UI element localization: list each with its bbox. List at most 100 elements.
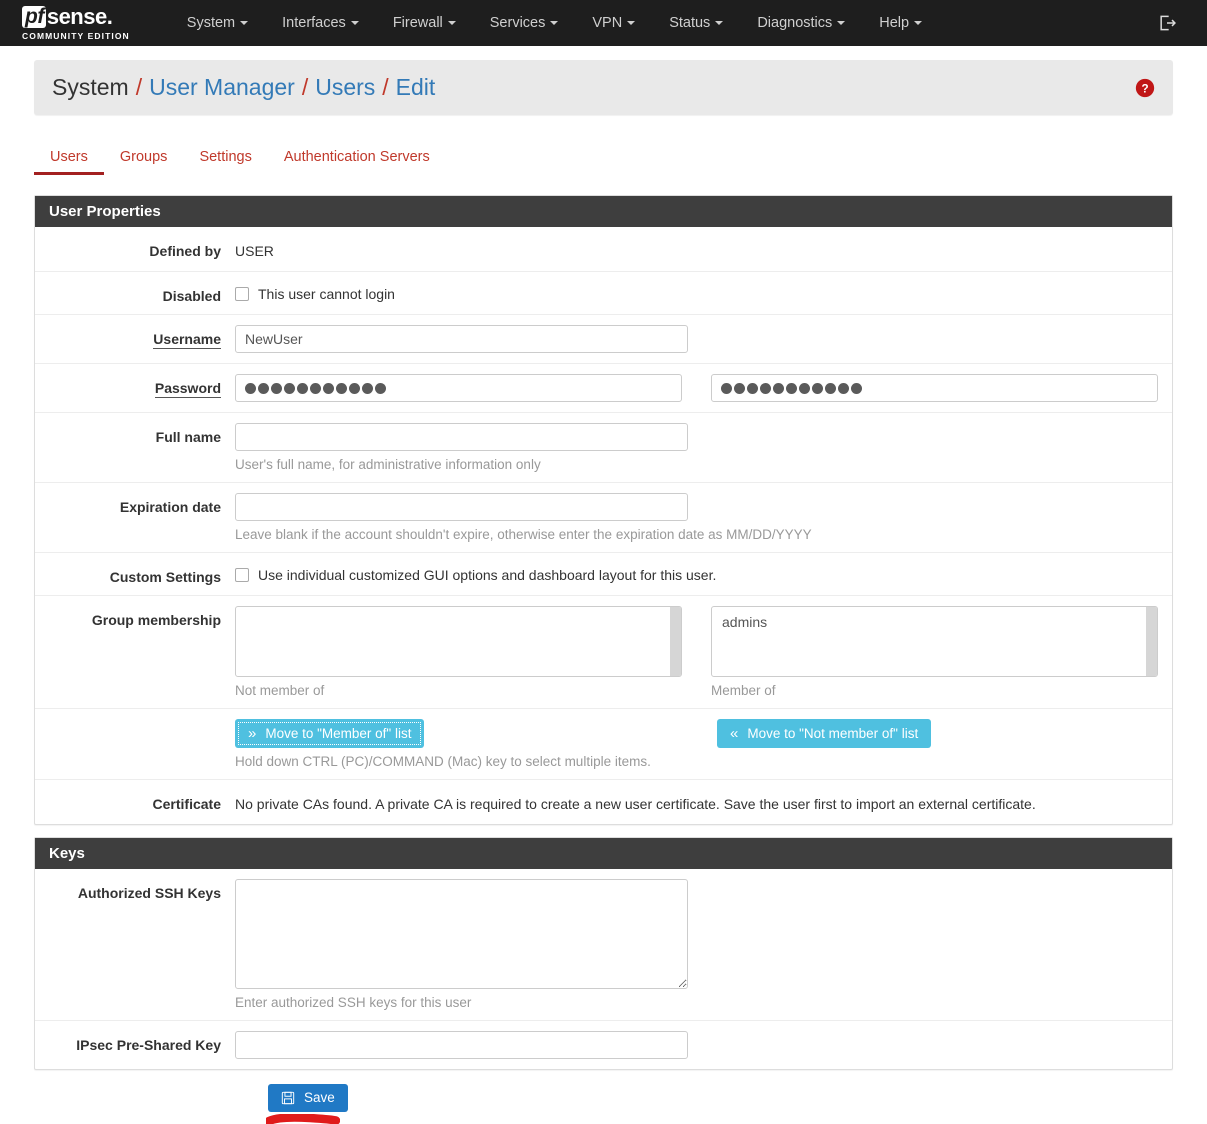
- help-circle-icon[interactable]: ?: [1135, 78, 1155, 98]
- group-membership-help: Hold down CTRL (PC)/COMMAND (Mac) key to…: [235, 754, 651, 769]
- save-bar: Save: [0, 1070, 1207, 1124]
- field-password: [235, 374, 1172, 402]
- tab-settings[interactable]: Settings: [183, 141, 267, 175]
- keys-heading: Keys: [35, 838, 1172, 869]
- expiration-date-input[interactable]: [235, 493, 688, 521]
- label-username-text: Username: [153, 331, 221, 349]
- keys-panel: Keys Authorized SSH Keys Enter authorize…: [34, 837, 1173, 1070]
- nav-item-system[interactable]: System: [170, 15, 265, 31]
- label-group-move-spacer: [35, 719, 235, 725]
- form-row-defined-by: Defined by USER: [35, 227, 1172, 272]
- move-to-not-member-of-button[interactable]: « Move to "Not member of" list: [717, 719, 932, 748]
- nav-item-diagnostics[interactable]: Diagnostics: [740, 15, 862, 31]
- nav-item-system-label: System: [186, 15, 236, 31]
- breadcrumb-separator: /: [301, 74, 309, 100]
- label-defined-by: Defined by: [149, 243, 221, 259]
- navbar-right: [1157, 0, 1177, 46]
- full-name-help: User's full name, for administrative inf…: [235, 457, 541, 472]
- not-member-of-caption: Not member of: [235, 683, 325, 698]
- chevron-down-icon: [447, 21, 456, 26]
- ipsec-psk-input[interactable]: [235, 1031, 688, 1059]
- breadcrumb-item-user-manager[interactable]: User Manager: [149, 74, 295, 101]
- disabled-checkbox[interactable]: [235, 287, 249, 301]
- certificate-message: No private CAs found. A private CA is re…: [235, 796, 1036, 812]
- chevron-double-left-icon: «: [730, 725, 739, 742]
- authorized-ssh-keys-help: Enter authorized SSH keys for this user: [235, 995, 472, 1010]
- move-to-not-member-wrap: « Move to "Not member of" list: [717, 719, 932, 748]
- save-button-label: Save: [304, 1090, 335, 1106]
- nav-item-services[interactable]: Services: [473, 15, 576, 31]
- member-of-option-admins[interactable]: admins: [712, 612, 1157, 632]
- brand-pf-text: pf: [22, 5, 46, 28]
- move-to-not-member-of-label: Move to "Not member of" list: [747, 725, 919, 741]
- username-input[interactable]: [235, 325, 688, 353]
- member-of-scrollbar[interactable]: [1146, 607, 1157, 676]
- nav-item-status[interactable]: Status: [652, 15, 740, 31]
- not-member-of-column: Not member of: [235, 606, 682, 698]
- tab-groups-label: Groups: [119, 149, 168, 165]
- custom-settings-checkbox-label[interactable]: Use individual customized GUI options an…: [258, 567, 716, 583]
- tab-authentication-servers[interactable]: Authentication Servers: [268, 141, 446, 175]
- field-ipsec-psk: [235, 1031, 1172, 1059]
- pfsense-logo[interactable]: pf sense. COMMUNITY EDITION: [22, 3, 130, 41]
- breadcrumb-item-users[interactable]: Users: [315, 74, 375, 101]
- brand-dot: .: [106, 3, 113, 29]
- custom-settings-checkbox-line: Use individual customized GUI options an…: [235, 563, 1158, 583]
- save-button[interactable]: Save: [268, 1084, 348, 1112]
- breadcrumb-item-edit[interactable]: Edit: [396, 74, 436, 101]
- password-input[interactable]: [235, 374, 682, 402]
- nav-item-interfaces-label: Interfaces: [282, 15, 346, 31]
- label-group-membership: Group membership: [91, 612, 221, 628]
- form-row-certificate: Certificate No private CAs found. A priv…: [35, 780, 1172, 824]
- nav-item-vpn[interactable]: VPN: [575, 15, 652, 31]
- form-row-full-name: Full name User's full name, for administ…: [35, 413, 1172, 483]
- label-password-text: Password: [154, 380, 221, 398]
- nav-menu: System Interfaces Firewall Services VPN …: [170, 15, 939, 31]
- keys-panel-container: Keys Authorized SSH Keys Enter authorize…: [0, 837, 1207, 1070]
- disabled-checkbox-label[interactable]: This user cannot login: [258, 286, 395, 302]
- chevron-down-icon: [837, 21, 846, 26]
- nav-item-firewall[interactable]: Firewall: [376, 15, 473, 31]
- custom-settings-checkbox[interactable]: [235, 568, 249, 582]
- tab-users-label: Users: [50, 149, 88, 165]
- form-row-authorized-ssh-keys: Authorized SSH Keys Enter authorized SSH…: [35, 869, 1172, 1021]
- chevron-down-icon: [240, 21, 249, 26]
- move-to-member-of-button[interactable]: » Move to "Member of" list: [235, 719, 425, 748]
- breadcrumb: System / User Manager / Users / Edit ?: [34, 60, 1173, 115]
- logout-icon[interactable]: [1157, 13, 1177, 33]
- breadcrumb-trail: System / User Manager / Users / Edit: [52, 74, 435, 101]
- tab-groups[interactable]: Groups: [104, 141, 184, 175]
- nav-item-services-label: Services: [489, 15, 546, 31]
- label-full-name: Full name: [155, 429, 221, 445]
- user-properties-heading: User Properties: [35, 196, 1172, 227]
- full-name-input[interactable]: [235, 423, 688, 451]
- tab-bar: Users Groups Settings Authentication Ser…: [0, 141, 1207, 175]
- brand-subtitle: COMMUNITY EDITION: [22, 30, 130, 41]
- nav-item-interfaces[interactable]: Interfaces: [265, 15, 376, 31]
- label-password: Password: [35, 374, 235, 398]
- member-of-listbox[interactable]: admins: [711, 606, 1158, 677]
- not-member-of-scrollbar[interactable]: [670, 607, 681, 676]
- label-username: Username: [35, 325, 235, 349]
- form-row-group-move-buttons: » Move to "Member of" list « Move to "No…: [35, 709, 1172, 780]
- not-member-of-listbox[interactable]: [235, 606, 682, 677]
- nav-item-firewall-label: Firewall: [392, 15, 443, 31]
- label-custom-settings: Custom Settings: [109, 569, 221, 585]
- move-to-member-wrap: » Move to "Member of" list: [235, 719, 717, 748]
- password-confirm-input[interactable]: [711, 374, 1158, 402]
- disabled-checkbox-line: This user cannot login: [235, 282, 1158, 302]
- form-row-password: Password: [35, 364, 1172, 413]
- chevron-down-icon: [627, 21, 636, 26]
- brand-sense-text: sense: [46, 3, 107, 29]
- authorized-ssh-keys-textarea[interactable]: [235, 879, 688, 989]
- svg-text:?: ?: [1141, 82, 1148, 95]
- form-row-group-membership: Group membership Not member of admins Me…: [35, 596, 1172, 709]
- field-expiration-date: Leave blank if the account shouldn't exp…: [235, 493, 1172, 542]
- field-authorized-ssh-keys: Enter authorized SSH keys for this user: [235, 879, 1172, 1010]
- tab-users[interactable]: Users: [34, 141, 104, 175]
- member-of-caption: Member of: [711, 683, 776, 698]
- label-disabled: Disabled: [162, 288, 221, 304]
- group-membership-lists: Not member of admins Member of: [235, 606, 1158, 698]
- move-buttons-row: » Move to "Member of" list « Move to "No…: [235, 719, 1158, 748]
- nav-item-help[interactable]: Help: [862, 15, 939, 31]
